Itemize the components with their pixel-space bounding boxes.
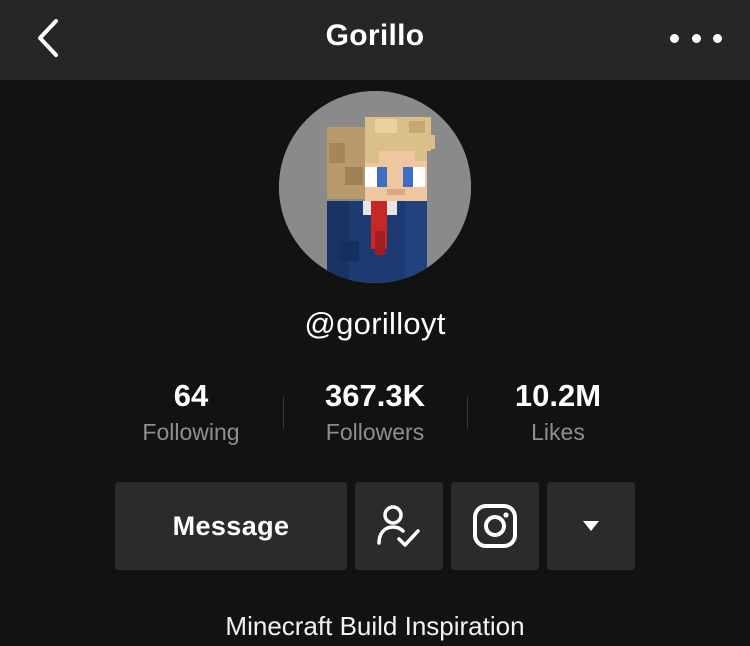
more-horizontal-icon [670,33,679,43]
user-check-icon [377,505,420,547]
caret-down-icon [583,521,599,531]
profile-bio: Minecraft Build Inspiration [225,611,525,641]
avatar[interactable] [279,91,471,283]
username: @gorilloyt [304,306,446,341]
minecraft-skin-image [279,91,471,283]
instagram-icon [473,504,517,548]
followers-count: 367.3K [325,378,425,413]
page-title: Gorillo [325,19,425,52]
top-bar: Gorillo [0,0,750,80]
stat-following[interactable]: 64 Following [91,378,291,446]
more-options-button[interactable] [670,24,722,52]
stat-likes: 10.2M Likes [458,378,658,446]
following-count: 64 [173,378,209,413]
followers-label: Followers [325,419,425,445]
following-label: Following [142,419,240,445]
stat-followers[interactable]: 367.3K Followers [275,378,475,446]
likes-label: Likes [531,419,585,445]
follow-status-button[interactable] [355,482,443,570]
message-button[interactable]: Message [115,482,347,570]
instagram-button[interactable] [451,482,539,570]
likes-count: 10.2M [514,378,602,413]
more-actions-dropdown-button[interactable] [547,482,635,570]
